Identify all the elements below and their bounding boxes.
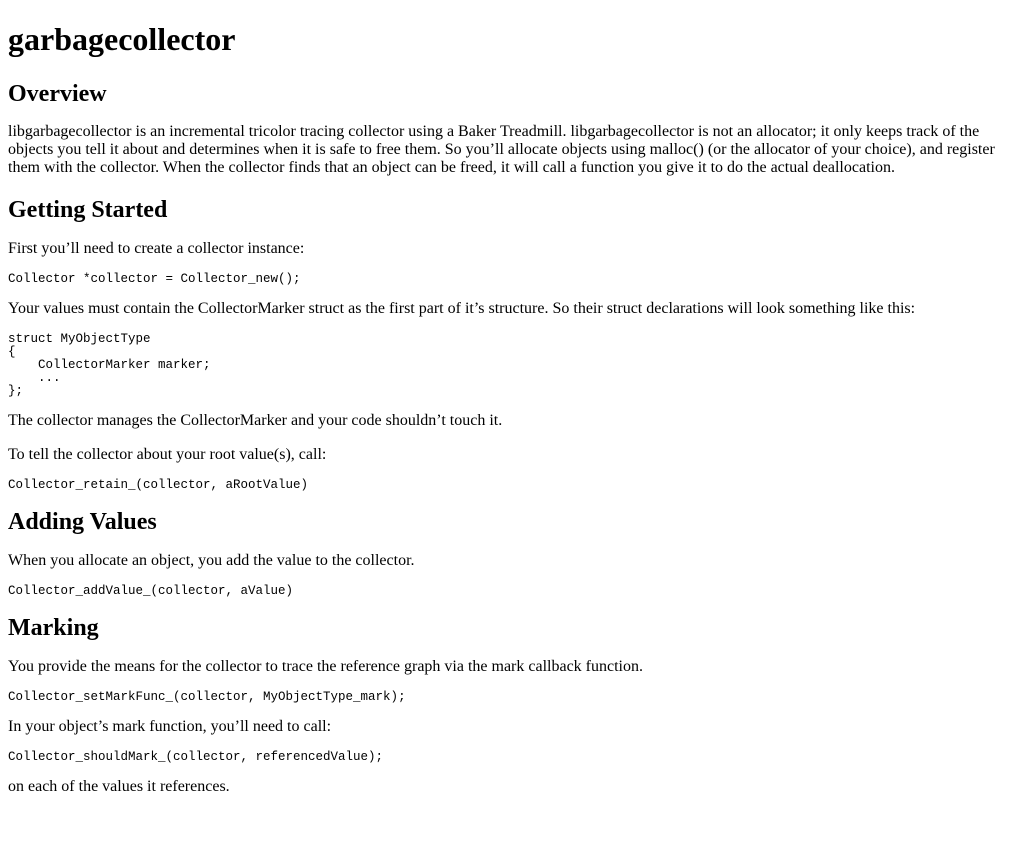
code-collector-add-value: Collector_addValue_(collector, aValue) xyxy=(8,584,294,598)
adding-values-heading: Adding Values xyxy=(8,509,157,535)
marking-paragraph-2: In your object’s mark function, you’ll n… xyxy=(8,718,332,735)
code-should-mark: Collector_shouldMark_(collector, referen… xyxy=(8,750,384,764)
page-title: garbagecollector xyxy=(8,21,236,57)
code-set-mark-func: Collector_setMarkFunc_(collector, MyObje… xyxy=(8,690,406,704)
getting-started-paragraph-1: First you’ll need to create a collector … xyxy=(8,240,305,257)
code-collector-retain: Collector_retain_(collector, aRootValue) xyxy=(8,478,309,492)
adding-values-paragraph: When you allocate an object, you add the… xyxy=(8,552,415,569)
overview-paragraph: libgarbagecollector is an incremental tr… xyxy=(8,123,995,176)
getting-started-paragraph-2: Your values must contain the CollectorMa… xyxy=(8,300,916,317)
code-struct-declaration: struct MyObjectType { CollectorMarker ma… xyxy=(8,332,211,398)
document-page: garbagecollector Overview libgarbagecoll… xyxy=(0,21,1024,796)
getting-started-paragraph-3: The collector manages the CollectorMarke… xyxy=(8,412,503,429)
marking-paragraph-1: You provide the means for the collector … xyxy=(8,658,643,675)
marking-paragraph-3: on each of the values it references. xyxy=(8,778,230,795)
overview-heading: Overview xyxy=(8,81,107,107)
marking-heading: Marking xyxy=(8,615,99,641)
getting-started-paragraph-4: To tell the collector about your root va… xyxy=(8,446,327,463)
code-collector-new: Collector *collector = Collector_new(); xyxy=(8,272,301,286)
getting-started-heading: Getting Started xyxy=(8,197,168,223)
